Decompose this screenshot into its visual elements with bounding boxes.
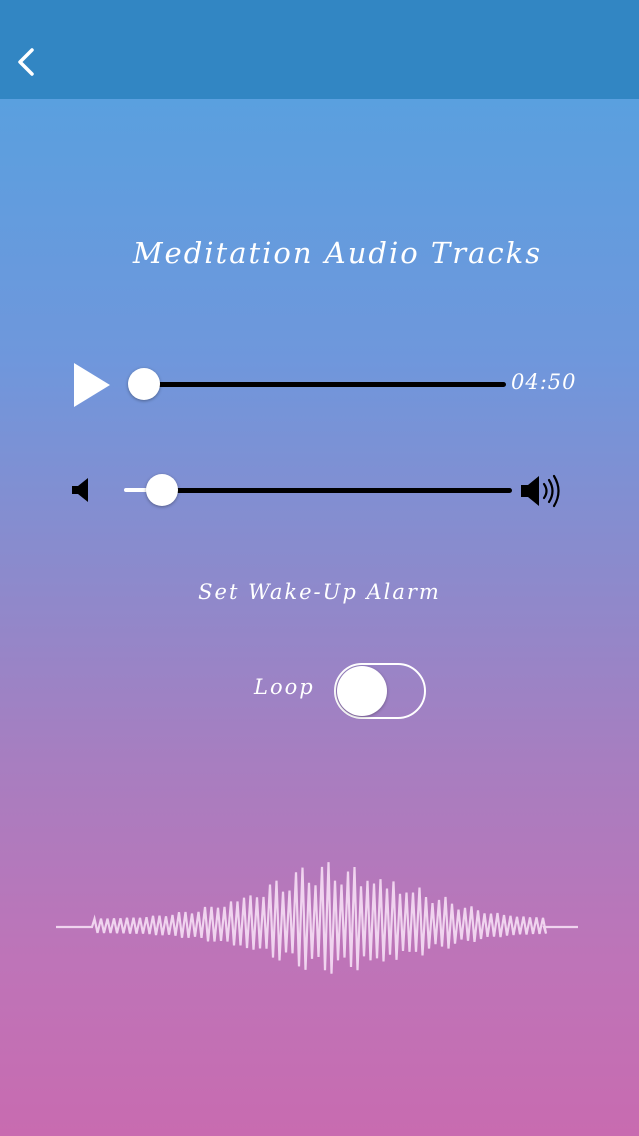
sound-wave-icon (56, 862, 578, 974)
loop-label: Loop (254, 675, 315, 699)
volume-low-icon (72, 478, 88, 502)
track-duration: 04:50 (511, 370, 577, 394)
loop-toggle-knob (337, 666, 387, 716)
seek-track (144, 382, 506, 387)
volume-track (154, 488, 512, 493)
set-alarm-button[interactable]: Set Wake-Up Alarm (0, 580, 639, 604)
seek-thumb[interactable] (128, 368, 160, 400)
seek-slider[interactable] (128, 368, 508, 400)
loop-toggle[interactable] (334, 663, 426, 719)
volume-thumb[interactable] (146, 474, 178, 506)
page-title: Meditation Audio Tracks (132, 236, 543, 270)
volume-slider[interactable] (124, 474, 512, 506)
chevron-left-icon (18, 48, 34, 76)
volume-high-icon (521, 474, 560, 508)
top-app-bar (0, 0, 639, 99)
back-button[interactable] (10, 40, 44, 84)
play-button[interactable] (70, 360, 114, 410)
play-icon (74, 363, 110, 407)
